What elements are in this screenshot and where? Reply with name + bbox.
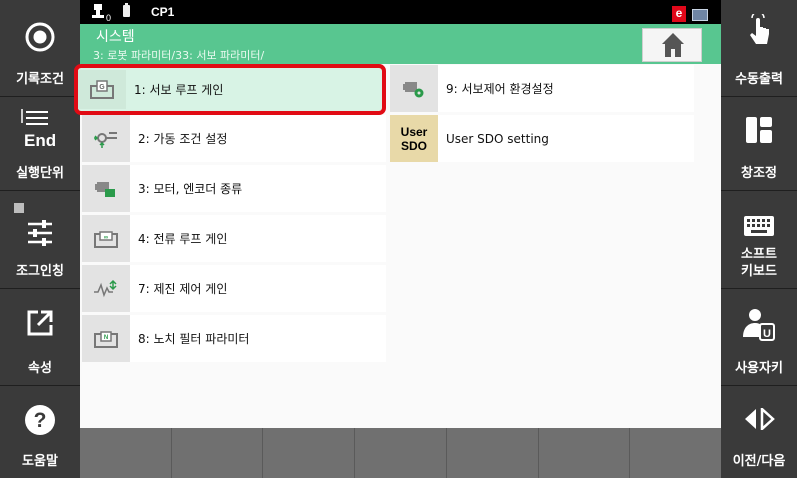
function-key-5[interactable]	[447, 428, 539, 478]
record-circle-icon	[23, 20, 57, 58]
function-key-bar	[80, 428, 721, 478]
user-key-label: 사용자키	[735, 361, 783, 376]
right-panel: 수동출력 창조정 소프트 키보드 U 사용자키 이전/다음	[721, 0, 797, 478]
soft-keyboard-button[interactable]: 소프트 키보드	[721, 191, 797, 289]
motor-encoder-icon	[82, 165, 130, 212]
battery-icon	[123, 3, 130, 17]
menu-item-label: 2: 가동 조건 설정	[138, 132, 228, 146]
notch-filter-icon: N	[82, 315, 130, 362]
execution-unit-button[interactable]: End 실행단위	[0, 97, 80, 191]
prev-next-label: 이전/다음	[732, 454, 786, 469]
vibration-control-icon	[82, 265, 130, 312]
soft-keyboard-line1: 소프트	[741, 247, 777, 262]
operation-condition-icon	[82, 115, 130, 162]
properties-label: 속성	[28, 361, 52, 376]
function-key-3[interactable]	[263, 428, 356, 478]
robot-icon: 0	[92, 4, 120, 26]
home-icon	[661, 32, 685, 62]
servo-env-settings-icon	[390, 65, 438, 112]
jog-indicator-square	[14, 203, 24, 213]
touch-hand-icon	[746, 11, 772, 54]
manual-output-button[interactable]: 수동출력	[721, 0, 797, 97]
keyboard-icon	[744, 216, 774, 240]
menu-item-vibration-control[interactable]: 7: 제진 제어 게인	[82, 265, 386, 312]
menu-item-label: 1: 서보 루프 게인	[134, 83, 224, 97]
cp-indicator: CP1	[151, 5, 175, 19]
menu-item-label: 4: 전류 루프 게인	[138, 232, 228, 246]
left-panel: 기록조건 End 실행단위 조그인칭 속성 ? 도움말	[0, 0, 80, 478]
menu-item-label: 8: 노치 필터 파라미터	[138, 332, 250, 346]
soft-keyboard-line2: 키보드	[741, 264, 777, 279]
user-key-icon: U	[742, 307, 776, 345]
jog-sliders-icon	[26, 220, 54, 250]
menu-item-current-loop-gain[interactable]: ∞ 4: 전류 루프 게인	[82, 215, 386, 262]
function-key-4[interactable]	[355, 428, 447, 478]
properties-button[interactable]: 속성	[0, 289, 80, 386]
help-label: 도움말	[22, 454, 58, 469]
menu-item-user-sdo[interactable]: User SDO User SDO setting	[390, 115, 694, 162]
end-step-icon: End	[18, 109, 62, 153]
prev-next-button[interactable]: 이전/다음	[721, 386, 797, 478]
jog-inching-label: 조그인칭	[16, 264, 64, 279]
menu-item-servo-env-settings[interactable]: 9: 서보제어 환경설정	[390, 65, 694, 112]
window-adjust-button[interactable]: 창조정	[721, 97, 797, 191]
help-icon: ?	[24, 404, 56, 440]
breadcrumb: 3: 로봇 파라미터/33: 서보 파라미터/	[93, 49, 265, 62]
menu-item-label: 3: 모터, 엔코더 종류	[138, 182, 243, 196]
svg-text:?: ?	[34, 409, 47, 432]
monitor-icon[interactable]	[692, 9, 708, 21]
svg-text:N: N	[104, 335, 108, 341]
execution-unit-label: 실행단위	[16, 166, 64, 181]
servo-loop-gain-icon: G	[78, 70, 126, 109]
current-loop-gain-icon: ∞	[82, 215, 130, 262]
end-icon-text: End	[24, 131, 56, 149]
jog-inching-button[interactable]: 조그인칭	[0, 191, 80, 289]
page-title: 시스템	[96, 29, 135, 45]
function-key-7[interactable]	[630, 428, 721, 478]
help-button[interactable]: ? 도움말	[0, 386, 80, 478]
function-key-6[interactable]	[539, 428, 631, 478]
svg-text:U: U	[763, 328, 771, 340]
record-condition-button[interactable]: 기록조건	[0, 0, 80, 97]
menu-item-label: 7: 제진 제어 게인	[138, 282, 228, 296]
menu-item-label: User SDO setting	[446, 131, 549, 146]
error-badge[interactable]: e	[672, 6, 686, 22]
svg-text:G: G	[99, 84, 105, 91]
manual-output-label: 수동출력	[735, 72, 783, 87]
menu-item-notch-filter[interactable]: N 8: 노치 필터 파라미터	[82, 315, 386, 362]
menu-item-label: 9: 서보제어 환경설정	[446, 82, 554, 96]
function-key-2[interactable]	[172, 428, 264, 478]
svg-text:0: 0	[106, 13, 111, 22]
user-key-button[interactable]: U 사용자키	[721, 289, 797, 386]
menu-item-operation-condition[interactable]: 2: 가동 조건 설정	[82, 115, 386, 162]
window-adjust-label: 창조정	[741, 166, 777, 181]
menu-panel: G 1: 서보 루프 게인 2: 가동 조건 설정 3: 모터, 엔코더 종류 …	[74, 64, 721, 428]
status-bar: 0 CP1 e	[80, 0, 721, 24]
record-condition-label: 기록조건	[16, 72, 64, 87]
page-header: 시스템 3: 로봇 파라미터/33: 서보 파라미터/	[80, 24, 721, 64]
external-link-icon	[26, 309, 54, 341]
home-button[interactable]	[642, 28, 702, 62]
user-sdo-icon: User SDO	[390, 115, 438, 162]
menu-item-motor-encoder[interactable]: 3: 모터, 엔코더 종류	[82, 165, 386, 212]
prev-next-icon	[743, 406, 775, 434]
svg-text:∞: ∞	[104, 235, 108, 241]
function-key-1[interactable]	[80, 428, 172, 478]
soft-keyboard-label: 소프트 키보드	[741, 246, 777, 280]
window-layout-icon	[746, 117, 772, 147]
menu-item-servo-loop-gain[interactable]: G 1: 서보 루프 게인	[74, 64, 386, 115]
